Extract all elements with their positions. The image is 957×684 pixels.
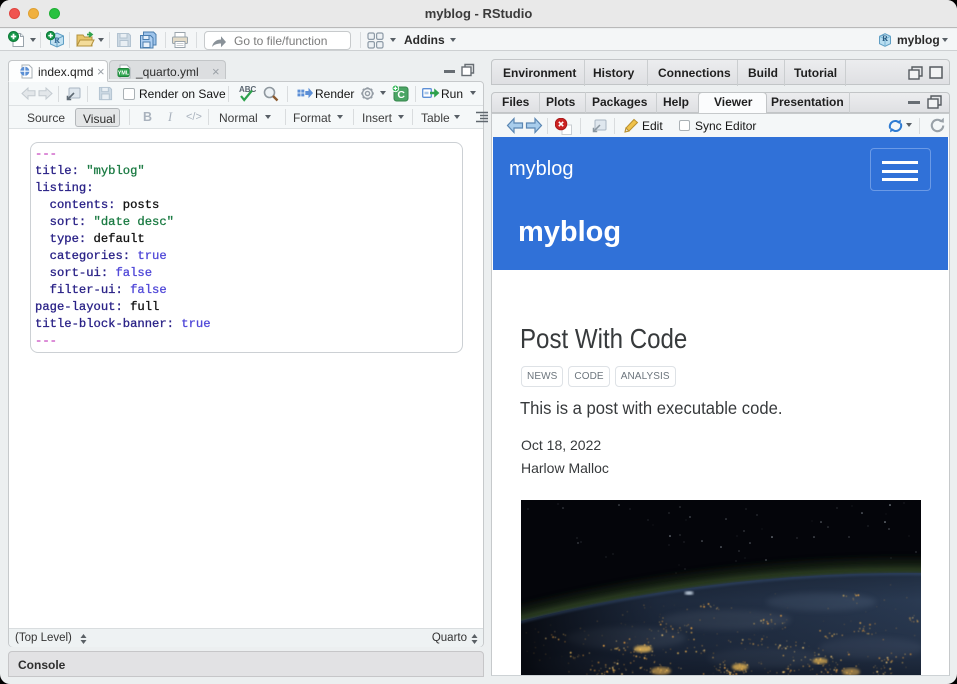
svg-text:C: C [397,89,405,101]
svg-text:R: R [882,34,888,43]
svg-text:ABC: ABC [239,85,256,94]
svg-text:R: R [54,36,60,45]
svg-text:YML: YML [118,71,130,77]
